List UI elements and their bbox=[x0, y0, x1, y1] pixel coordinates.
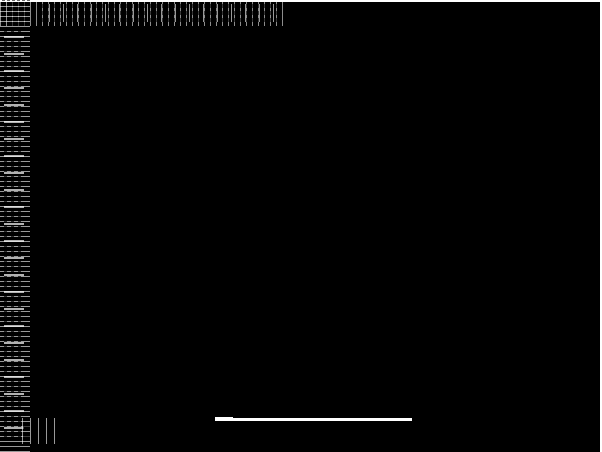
bottom-left-noise bbox=[22, 418, 62, 444]
progress-line bbox=[215, 417, 412, 421]
screen bbox=[0, 0, 602, 452]
top-noise-strip-detail bbox=[40, 4, 280, 22]
left-noise-strip-detail bbox=[4, 30, 24, 440]
progress-cap bbox=[215, 417, 233, 421]
progress-fill bbox=[215, 418, 412, 421]
black-display-area bbox=[0, 0, 602, 452]
